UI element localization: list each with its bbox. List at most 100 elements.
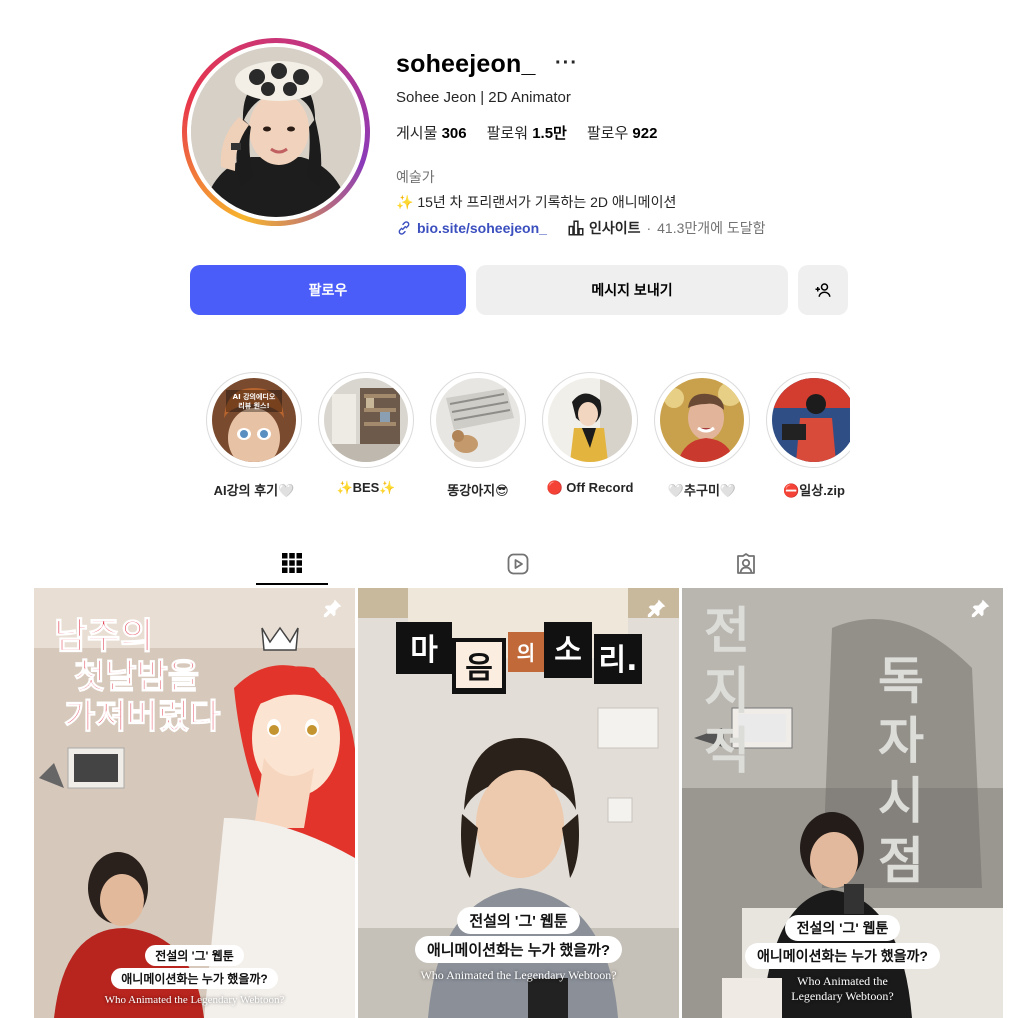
highlight-ring [766,372,850,468]
highlight-label: 똥강아지😎 [447,483,509,498]
highlight-cover [548,378,632,462]
profile-avatar-ring[interactable] [182,38,370,226]
highlight-label: ⛔일상.zip [783,483,845,498]
tab-tagged[interactable] [710,543,782,585]
caption-line-2: 애니메이션화는 누가 했을까? [111,968,278,989]
svg-text:AI 강의에디오: AI 강의에디오 [233,392,276,401]
highlight-ring: AI 강의에디오 리뷰 원스! [206,372,302,468]
caption-line-1: 전설의 '그' 웹툰 [784,915,901,941]
tab-posts[interactable] [256,543,328,585]
message-button[interactable]: 메시지 보내기 [476,265,788,315]
svg-text:적: 적 [704,721,750,780]
caption-line-1: 전설의 '그' 웹툰 [457,907,580,934]
story-highlights: AI 강의에디오 리뷰 원스! AI강의 후기🤍 ✨BES✨ 똥강아지😎 🔴 O… [206,372,850,502]
highlight-label: 🔴 Off Record [546,480,634,495]
highlight-item[interactable]: ✨BES✨ [318,372,414,496]
caption-line-2: 애니메이션화는 누가 했을까? [414,936,623,963]
grid-icon [282,553,302,573]
svg-text:리.: 리. [599,643,638,678]
highlight-ring [542,372,638,468]
highlight-label: AI강의 후기🤍 [213,483,295,498]
link-icon [398,221,410,235]
posts-count-value: 306 [441,125,467,142]
suggest-accounts-button[interactable] [798,265,848,315]
profile-bio-text: 15년 차 프리랜서가 기록하는 2D 애니메이션 [417,194,677,210]
avatar[interactable] [191,47,361,217]
tagged-icon [737,553,755,574]
avatar-image [191,47,361,217]
reels-icon [507,553,529,575]
svg-text:지: 지 [704,661,750,720]
profile-bio: ✨ 15년 차 프리랜서가 기록하는 2D 애니메이션 [396,192,676,212]
svg-text:소: 소 [554,633,582,668]
followers-count[interactable]: 팔로워 1.5만 [487,122,567,143]
highlight-item[interactable]: 🤍추구미🤍 [654,372,750,499]
insights-chart-icon [568,220,584,236]
post-caption: 전설의 '그' 웹툰 애니메이션화는 누가 했을까? Who Animated … [358,906,679,983]
caption-english-line-1: Who Animated the [797,974,888,988]
pin-icon [971,599,990,618]
followers-count-value: 1.5만 [532,125,567,142]
highlight-cover [772,378,850,462]
post-caption: 전설의 '그' 웹툰 애니메이션화는 누가 했을까? Who Animated … [682,914,1003,1004]
svg-text:가져버렸다: 가져버렸다 [64,697,220,737]
highlight-label: ✨BES✨ [336,480,396,495]
svg-text:점: 점 [878,831,924,890]
caption-english: Who Animated the Legendary Webtoon? [420,968,617,982]
posts-grid: 남주의 첫날밤을 가져버렸다 전설의 '그' 웹툰 애니메이션화는 누가 했을까… [34,588,1004,1018]
highlight-item[interactable]: 똥강아지😎 [430,372,526,499]
profile-links-row: bio.site/soheejeon_ 인사이트 · 41.3만개에 도달함 [396,218,766,238]
svg-text:전: 전 [704,601,750,660]
followers-count-label: 팔로워 [486,125,529,142]
following-count-label: 팔로우 [586,125,629,142]
profile-full-name: Sohee Jeon | 2D Animator [396,89,571,106]
highlight-ring [430,372,526,468]
add-person-icon [815,283,831,297]
profile-stats: 게시물 306 팔로워 1.5만 팔로우 922 [396,122,657,143]
post-thumbnail[interactable]: 전 지 적 독 자 시 점 전설의 '그' 웹툰 애니메이션화는 누가 했을까?… [682,588,1003,1018]
following-count[interactable]: 팔로우 922 [587,122,658,143]
caption-line-2: 애니메이션화는 누가 했을까? [745,943,940,969]
svg-text:의: 의 [517,641,535,665]
profile-category: 예술가 [396,169,435,185]
profile-username: soheejeon_ [396,50,536,78]
highlight-item[interactable]: ⛔일상.zip [766,372,850,499]
highlight-label: 🤍추구미🤍 [667,483,737,498]
post-thumbnail[interactable]: 마 음 의 소 리. 전설의 '그' 웹툰 애니메이션화는 누가 했을까? Wh… [358,588,679,1018]
caption-line-1: 전설의 '그' 웹툰 [145,945,244,966]
tab-reels[interactable] [482,543,554,585]
svg-text:자: 자 [878,711,924,770]
sparkle-icon: ✨ [396,194,414,210]
insights-link[interactable]: 인사이트 [589,218,641,238]
highlight-ring [654,372,750,468]
svg-text:마: 마 [410,633,438,668]
separator-dot: · [646,220,652,236]
highlight-cover [324,378,408,462]
highlight-cover [660,378,744,462]
following-count-value: 922 [632,125,658,142]
svg-text:남주의: 남주의 [54,616,153,657]
pin-icon [323,599,342,618]
post-thumbnail[interactable]: 남주의 첫날밤을 가져버렸다 전설의 '그' 웹툰 애니메이션화는 누가 했을까… [34,588,355,1018]
post-caption: 전설의 '그' 웹툰 애니메이션화는 누가 했을까? Who Animated … [34,944,355,1006]
svg-text:시: 시 [878,771,924,830]
pin-icon [647,599,666,618]
reach-text: 41.3만개에 도달함 [657,220,766,236]
highlight-cover [436,378,520,462]
svg-text:리뷰 원스!: 리뷰 원스! [238,401,269,410]
caption-english-line-2: Legendary Webtoon? [791,989,894,1003]
avatar-border [187,43,365,221]
more-options-button[interactable]: ··· [555,52,578,75]
highlight-item[interactable]: 🔴 Off Record [542,372,638,496]
posts-count-label: 게시물 [396,125,438,142]
highlight-item[interactable]: AI 강의에디오 리뷰 원스! AI강의 후기🤍 [206,372,302,499]
posts-count: 게시물 306 [396,122,467,143]
caption-english: Who Animated the Legendary Webtoon? [104,994,285,1006]
highlight-cover: AI 강의에디오 리뷰 원스! [212,378,296,462]
svg-text:독: 독 [878,651,924,710]
svg-text:첫날밤을: 첫날밤을 [74,657,199,697]
follow-button[interactable]: 팔로우 [190,265,466,315]
highlight-ring [318,372,414,468]
bio-link[interactable]: bio.site/soheejeon_ [417,220,547,236]
svg-text:음: 음 [465,651,493,686]
